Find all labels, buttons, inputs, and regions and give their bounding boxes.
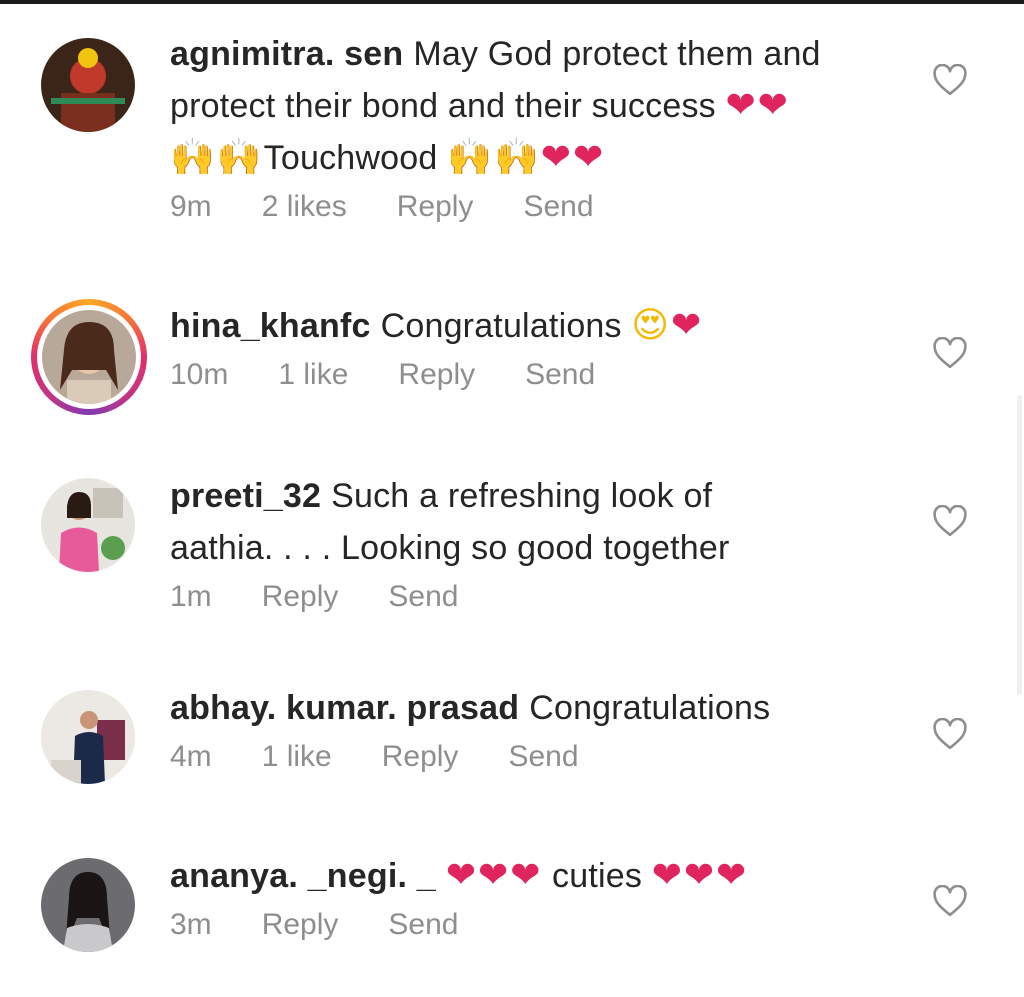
heart-eyes-emoji: 😍 bbox=[631, 305, 671, 346]
comment-text: ananya. _negi. _ ❤❤❤ cuties ❤❤❤ bbox=[170, 850, 890, 902]
scrollbar[interactable] bbox=[1017, 395, 1022, 695]
comment-text: hina_khanfc Congratulations 😍❤ bbox=[170, 300, 890, 352]
raised-hands-emoji: 🙌🙌 bbox=[170, 137, 264, 178]
avatar[interactable] bbox=[41, 858, 135, 952]
comment-time: 4m bbox=[170, 740, 212, 773]
comment-time: 3m bbox=[170, 908, 212, 941]
reply-button[interactable]: Reply bbox=[262, 908, 339, 942]
avatar[interactable] bbox=[41, 38, 135, 132]
comment-text: abhay. kumar. prasad Congratulations bbox=[170, 682, 890, 734]
avatar-image bbox=[41, 38, 135, 132]
heart-emoji: ❤❤❤ bbox=[445, 855, 543, 896]
like-button[interactable] bbox=[932, 504, 968, 537]
comment-body: agnimitra. sen May God protect them and p… bbox=[170, 28, 890, 224]
avatar[interactable] bbox=[41, 478, 135, 572]
send-button[interactable]: Send bbox=[525, 358, 595, 392]
like-button[interactable] bbox=[932, 63, 968, 96]
comment-line: aathia. . . . Looking so good together bbox=[170, 529, 730, 567]
avatar-image bbox=[41, 690, 135, 784]
comment-username[interactable]: abhay. kumar. prasad bbox=[170, 689, 519, 727]
comment-line: Congratulations bbox=[380, 307, 622, 345]
comment-line: Touchwood bbox=[263, 139, 438, 177]
send-button[interactable]: Send bbox=[388, 908, 458, 942]
comment-line: May God protect them and bbox=[413, 35, 821, 73]
heart-emoji: ❤❤ bbox=[725, 85, 790, 126]
comment-time: 10m bbox=[170, 358, 229, 391]
likes-count[interactable]: 1 like bbox=[278, 358, 348, 392]
reply-button[interactable]: Reply bbox=[382, 740, 459, 774]
comment-meta: 9m 2 likes Reply Send bbox=[170, 190, 890, 224]
comment-body: hina_khanfc Congratulations 😍❤ 10m 1 like… bbox=[170, 300, 890, 392]
comment-body: ananya. _negi. _ ❤❤❤ cuties ❤❤❤ 3m Reply … bbox=[170, 850, 890, 942]
avatar-image bbox=[42, 310, 136, 404]
comment-line: cuties bbox=[552, 857, 643, 895]
avatar[interactable] bbox=[41, 690, 135, 784]
heart-outline-icon bbox=[933, 336, 967, 369]
comment-username[interactable]: hina_khanfc bbox=[170, 307, 371, 345]
like-button[interactable] bbox=[932, 336, 968, 369]
send-button[interactable]: Send bbox=[508, 740, 578, 774]
heart-outline-icon bbox=[933, 504, 967, 537]
heart-outline-icon bbox=[933, 884, 967, 917]
like-button[interactable] bbox=[932, 884, 968, 917]
heart-emoji: ❤❤❤ bbox=[651, 855, 749, 896]
likes-count[interactable]: 2 likes bbox=[262, 190, 347, 224]
comment-body: abhay. kumar. prasad Congratulations 4m 1… bbox=[170, 682, 890, 774]
comment-text: agnimitra. sen May God protect them and p… bbox=[170, 28, 890, 184]
comment-time: 9m bbox=[170, 190, 212, 223]
avatar-story-ring[interactable] bbox=[31, 299, 147, 415]
reply-button[interactable]: Reply bbox=[398, 358, 475, 392]
top-divider bbox=[0, 0, 1024, 4]
heart-outline-icon bbox=[933, 717, 967, 750]
reply-button[interactable]: Reply bbox=[397, 190, 474, 224]
heart-emoji: ❤❤ bbox=[540, 137, 606, 178]
comment-meta: 10m 1 like Reply Send bbox=[170, 358, 890, 392]
comment-text: preeti_32 Such a refreshing look of aathi… bbox=[170, 470, 890, 574]
likes-count[interactable]: 1 like bbox=[262, 740, 332, 774]
comment-line: Congratulations bbox=[529, 689, 771, 727]
heart-emoji: ❤ bbox=[670, 305, 704, 346]
comment-time: 1m bbox=[170, 580, 212, 613]
comment-username[interactable]: preeti_32 bbox=[170, 477, 321, 515]
comment-meta: 1m Reply Send bbox=[170, 580, 890, 614]
comment-line: Such a refreshing look of bbox=[331, 477, 713, 515]
comment-username[interactable]: agnimitra. sen bbox=[170, 35, 403, 73]
comment-line: protect their bond and their success bbox=[170, 87, 716, 125]
comment-meta: 4m 1 like Reply Send bbox=[170, 740, 890, 774]
comment-username[interactable]: ananya. _negi. _ bbox=[170, 857, 436, 895]
send-button[interactable]: Send bbox=[388, 580, 458, 614]
comment-body: preeti_32 Such a refreshing look of aathi… bbox=[170, 470, 890, 614]
heart-outline-icon bbox=[933, 63, 967, 96]
avatar-image bbox=[41, 858, 135, 952]
comment-meta: 3m Reply Send bbox=[170, 908, 890, 942]
raised-hands-emoji: 🙌🙌 bbox=[447, 137, 541, 178]
send-button[interactable]: Send bbox=[523, 190, 593, 224]
like-button[interactable] bbox=[932, 717, 968, 750]
avatar-image bbox=[41, 478, 135, 572]
reply-button[interactable]: Reply bbox=[262, 580, 339, 614]
